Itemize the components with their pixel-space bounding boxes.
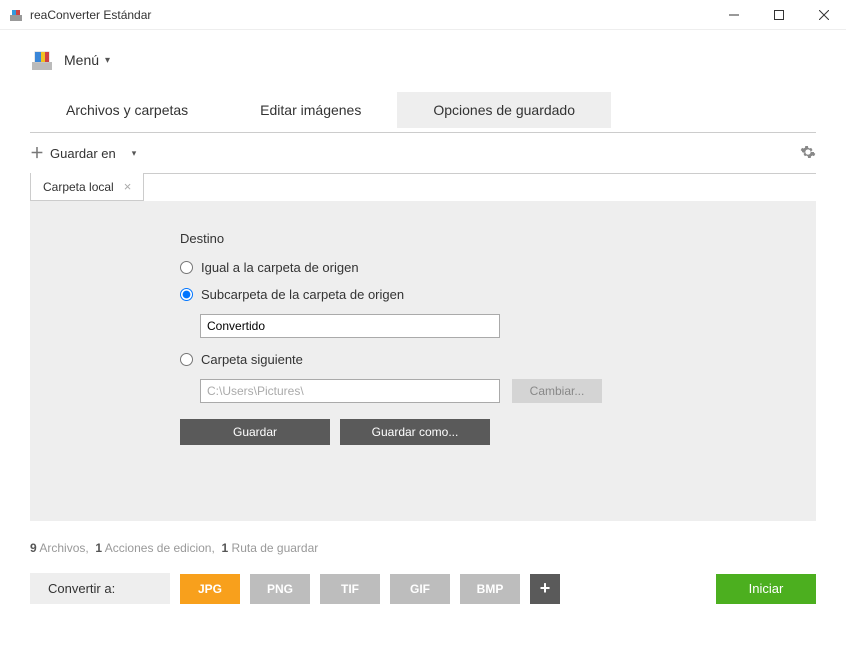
label-same-as-source[interactable]: Igual a la carpeta de origen [201,260,359,275]
menu-bar[interactable]: Menú ▾ [0,30,846,82]
label-next-folder[interactable]: Carpeta siguiente [201,352,303,367]
chevron-down-icon: ▾ [132,148,137,159]
radio-next-folder[interactable] [180,353,193,366]
footer: Convertir a: JPG PNG TIF GIF BMP + Inici… [30,573,816,604]
radio-subfolder[interactable] [180,288,193,301]
status-bar: 9 Archivos, 1 Acciones de edicion, 1 Rut… [30,541,816,555]
files-label: Archivos, [39,541,88,555]
close-button[interactable] [801,0,846,30]
radio-same-as-source[interactable] [180,261,193,274]
nav-tabs: Archivos y carpetas Editar imágenes Opci… [0,82,846,128]
menu-icon [30,48,54,72]
format-gif-button[interactable]: GIF [390,574,450,604]
plus-icon: ＋ [30,143,44,163]
maximize-button[interactable] [756,0,801,30]
app-icon [8,7,24,23]
close-icon[interactable]: × [124,179,132,194]
start-button[interactable]: Iniciar [716,574,816,604]
subfolder-input[interactable] [200,314,500,338]
save-as-button[interactable]: Guardar como... [340,419,490,445]
format-tif-button[interactable]: TIF [320,574,380,604]
format-png-button[interactable]: PNG [250,574,310,604]
sub-tab-local-folder[interactable]: Carpeta local × [30,173,144,201]
label-subfolder[interactable]: Subcarpeta de la carpeta de origen [201,287,404,302]
gear-icon[interactable] [800,144,816,163]
routes-label: Ruta de guardar [232,541,319,555]
sub-tab-label: Carpeta local [43,180,114,194]
save-in-dropdown[interactable]: ＋ Guardar en ▾ [30,143,136,163]
change-button[interactable]: Cambiar... [512,379,602,403]
titlebar: reaConverter Estándar [0,0,846,30]
tab-save-options[interactable]: Opciones de guardado [397,92,611,128]
add-format-button[interactable]: + [530,574,560,604]
window-controls [711,0,846,30]
next-folder-path-input[interactable] [200,379,500,403]
routes-count: 1 [222,541,229,555]
window-title: reaConverter Estándar [30,8,711,22]
sub-tabs: Carpeta local × [30,173,816,201]
destination-panel: Destino Igual a la carpeta de origen Sub… [30,201,816,521]
format-jpg-button[interactable]: JPG [180,574,240,604]
save-button[interactable]: Guardar [180,419,330,445]
actions-label: Acciones de edicion, [105,541,215,555]
toolbar: ＋ Guardar en ▾ [30,132,816,173]
convert-to-label: Convertir a: [30,573,170,604]
files-count: 9 [30,541,37,555]
save-in-label: Guardar en [50,146,116,161]
actions-count: 1 [95,541,102,555]
chevron-down-icon: ▾ [105,55,110,66]
menu-label: Menú [64,52,99,68]
section-title: Destino [180,231,776,246]
tab-files[interactable]: Archivos y carpetas [30,92,224,128]
tab-edit[interactable]: Editar imágenes [224,92,397,128]
format-bmp-button[interactable]: BMP [460,574,520,604]
minimize-button[interactable] [711,0,756,30]
